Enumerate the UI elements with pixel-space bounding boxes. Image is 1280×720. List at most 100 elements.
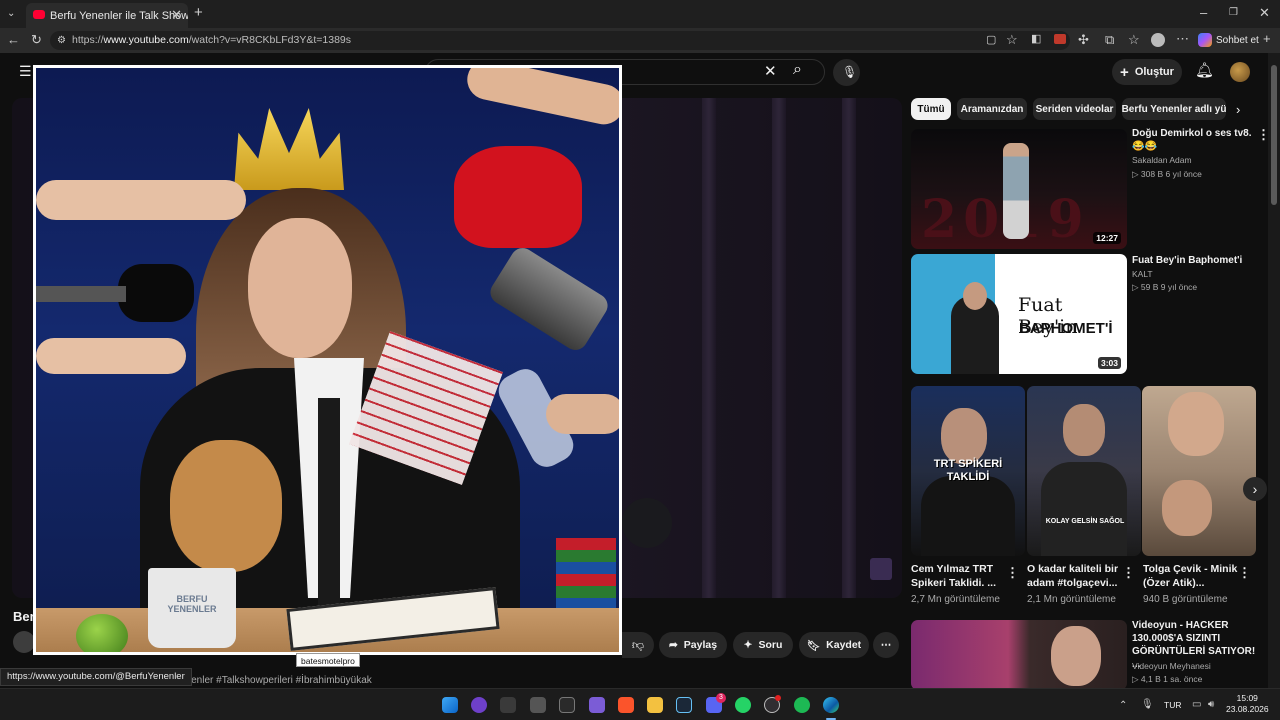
chip-from-search[interactable]: Aramanızdan — [957, 98, 1027, 120]
whatsapp-icon[interactable] — [735, 697, 751, 713]
short-title[interactable]: Cem Yılmaz TRT Spikeri Taklidi. ... — [911, 562, 1011, 590]
tab-close-icon[interactable]: ✕ — [171, 7, 182, 23]
rec-age: 1 sa. önce — [1163, 674, 1203, 684]
extension-icon[interactable]: ◧ — [1031, 33, 1041, 46]
rec-channel[interactable]: Sakaldan Adam — [1132, 154, 1257, 167]
short-more-icon[interactable]: ⋮ — [1122, 565, 1135, 581]
short-title[interactable]: O kadar kaliteli bir adam #tolgaçevi... — [1027, 562, 1127, 590]
volume-icon[interactable]: 🔊︎ — [1208, 698, 1214, 711]
short-thumbnail[interactable]: TRT SPİKERİ TAKLİDİ — [911, 386, 1025, 556]
channel-watermark[interactable] — [870, 558, 892, 580]
browser-tab[interactable]: Berfu Yenenler ile Talk Show Perileri ✕ — [26, 3, 188, 28]
hairdryer-illustration — [485, 243, 613, 355]
windows-start-icon[interactable] — [442, 697, 458, 713]
shorts-next-button[interactable]: › — [1243, 477, 1267, 501]
browser-tab-bar: ⌄ Berfu Yenenler ile Talk Show Perileri … — [0, 0, 1280, 28]
search-icon[interactable]: ⌕ — [793, 62, 802, 78]
rec-title[interactable]: Doğu Demirkol o ses tv8. 😂😂 — [1132, 127, 1257, 153]
rec-thumbnail[interactable]: Fuat Bey'in BAPHOMET'İ 3:03 — [911, 254, 1127, 374]
edge-icon[interactable] — [823, 697, 839, 713]
clear-search-icon[interactable]: ✕ — [764, 64, 777, 79]
epic-games-icon[interactable] — [559, 697, 575, 713]
back-icon[interactable]: ← — [7, 33, 20, 46]
video-title: Ber — [13, 609, 35, 624]
more-actions-button[interactable]: ⋯ — [873, 632, 899, 658]
chip-channel[interactable]: Berfu Yenenler adlı yü — [1122, 98, 1226, 120]
scrollbar-thumb[interactable] — [1271, 65, 1277, 205]
chips-next-icon[interactable]: › — [1236, 103, 1240, 116]
hashtag-links[interactable]: #Talkshowperileri #İbrahimbüyükak — [216, 675, 372, 686]
microphone-icon: 🎙 — [842, 65, 858, 79]
bookmark-star-icon[interactable]: ☆ — [1006, 33, 1018, 46]
reload-icon[interactable]: ↻ — [31, 33, 42, 46]
terminal-icon[interactable] — [500, 697, 516, 713]
channel-avatar[interactable] — [13, 631, 35, 653]
unity-icon[interactable] — [530, 697, 546, 713]
mic-handle — [36, 286, 126, 302]
create-button[interactable]: + Oluştur — [1112, 59, 1182, 85]
url-host: www.youtube.com — [103, 34, 189, 46]
address-bar[interactable]: ⚙ https://www.youtube.com/watch?v=vR8CKb… — [50, 31, 1070, 50]
gem-icon[interactable] — [589, 697, 605, 713]
short-title[interactable]: Tolga Çevik - Minik (Özer Atik)... — [1143, 562, 1243, 590]
site-info-icon[interactable]: ⚙ — [57, 34, 66, 47]
recording-dot — [775, 695, 781, 701]
stage-curtain — [702, 98, 716, 598]
close-window-icon[interactable]: ✕ — [1259, 6, 1270, 19]
tab-list-icon[interactable]: ⌄ — [7, 7, 15, 20]
network-icon[interactable]: ▭ — [1192, 698, 1201, 711]
system-clock[interactable]: 15:09 23.08.2026 — [1226, 693, 1269, 715]
spotify-icon[interactable] — [794, 697, 810, 713]
chip-series[interactable]: Seriden videolar — [1033, 98, 1116, 120]
favorites-icon[interactable]: ☆ — [1128, 33, 1140, 46]
rec-thumbnail[interactable] — [911, 620, 1127, 690]
sidebar-add-icon[interactable]: + — [1263, 32, 1271, 45]
short-more-icon[interactable]: ⋮ — [1006, 565, 1019, 581]
minimize-icon[interactable]: – — [1200, 6, 1207, 19]
maximize-icon[interactable]: ❐ — [1229, 6, 1238, 19]
short-thumbnail[interactable] — [1142, 386, 1256, 556]
short-thumbnail[interactable]: KOLAY GELSİN SAĞOL — [1027, 386, 1141, 556]
user-avatar[interactable] — [1230, 62, 1250, 82]
mug-logo-text: YENENLER — [167, 604, 217, 614]
channel-hover-card[interactable]: BERFU YENENLER — [33, 65, 622, 655]
tray-chevron-icon[interactable]: ⌃ — [1119, 699, 1127, 712]
description-hashtags: enenler #Talkshowperileri #İbrahimbüyüka… — [180, 675, 372, 686]
file-explorer-icon[interactable] — [647, 697, 663, 713]
ask-button[interactable]: ✦ Soru — [733, 632, 793, 658]
chip-all[interactable]: Tümü — [911, 98, 951, 120]
brave-icon[interactable] — [618, 697, 634, 713]
short-more-icon[interactable]: ⋮ — [1238, 565, 1251, 581]
rec-channel[interactable]: KALT — [1132, 268, 1257, 281]
short-views: 940 B görüntüleme — [1143, 594, 1228, 605]
dislike-button[interactable]: 👎︎ — [622, 632, 654, 658]
kettle-illustration — [454, 146, 582, 248]
input-language[interactable]: TUR — [1164, 700, 1181, 710]
split-screen-icon[interactable]: ▢ — [986, 34, 996, 47]
profile-icon[interactable] — [1151, 33, 1165, 47]
rec-title[interactable]: Fuat Bey'in Baphomet'i — [1132, 254, 1257, 267]
page-scrollbar[interactable] — [1268, 53, 1280, 688]
rec-stats: ▷ 4,1 B 1 sa. önce — [1132, 674, 1203, 684]
share-button[interactable]: ➦ Paylaş — [659, 632, 727, 658]
puzzle-icon[interactable]: ✣ — [1078, 33, 1089, 46]
clock-date: 23.08.2026 — [1226, 704, 1269, 714]
hand-illustration — [546, 394, 619, 434]
notifications-bell-icon[interactable]: 🔔︎ — [1195, 63, 1214, 78]
hamburger-menu-icon[interactable]: ☰ — [19, 64, 32, 78]
new-tab-icon[interactable]: + — [194, 5, 203, 20]
rec-channel[interactable]: Videoyun Meyhanesi — [1132, 660, 1257, 673]
url-path: /watch?v=vR8CKbLFd3Y&t=1389s — [188, 34, 351, 46]
steam-icon[interactable] — [676, 697, 692, 713]
more-menu-icon[interactable]: ⋯ — [1176, 32, 1189, 45]
copilot-chat-button[interactable]: Sohbet et — [1198, 31, 1259, 49]
rec-thumbnail[interactable]: 2019 12:27 — [911, 129, 1127, 249]
save-button[interactable]: 🔖︎ Kaydet — [799, 632, 869, 658]
tray-mic-icon[interactable]: 🎙︎ — [1141, 698, 1154, 711]
extension-red-icon[interactable] — [1054, 34, 1066, 44]
discord-badge: 3 — [716, 693, 726, 703]
share-icon: ➦ — [668, 639, 678, 651]
stage-curtain — [842, 98, 856, 598]
github-icon[interactable] — [471, 697, 487, 713]
collections-icon[interactable]: ⧉ — [1105, 33, 1114, 46]
